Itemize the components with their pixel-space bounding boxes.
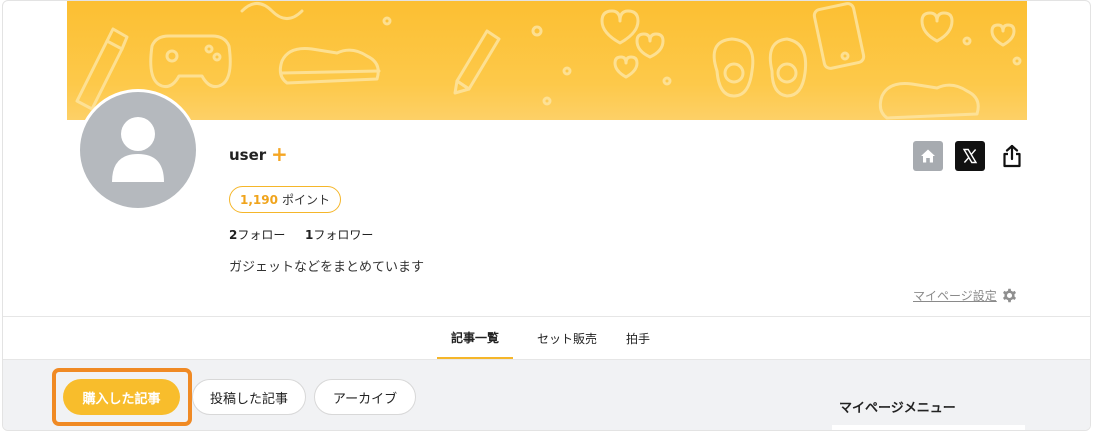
profile-bio: ガジェットなどをまとめています xyxy=(229,260,425,275)
followers-label: フォロワー xyxy=(313,228,374,242)
tab-applause[interactable]: 拍手 xyxy=(615,317,661,359)
profile-card: user + 1,190 ポイント 2フォロー 1フォロワー ガジェットなどをま… xyxy=(2,0,1091,431)
home-icon xyxy=(921,149,935,163)
filter-posted-articles[interactable]: 投稿した記事 xyxy=(192,379,306,415)
mypage-settings-link[interactable]: マイページ設定 xyxy=(913,287,1018,304)
tab-set-sales[interactable]: セット販売 xyxy=(519,317,615,359)
gear-icon xyxy=(1002,288,1016,303)
mypage-menu-title: マイページメニュー xyxy=(839,401,956,416)
mypage-menu-box xyxy=(832,425,1025,430)
tab-article-list[interactable]: 記事一覧 xyxy=(437,317,513,359)
cover-banner xyxy=(67,1,1027,120)
points-badge[interactable]: 1,190 ポイント xyxy=(229,186,341,213)
cover-pattern xyxy=(75,2,1022,120)
filter-purchased-articles[interactable]: 購入した記事 xyxy=(63,379,180,415)
mypage-settings-label: マイページ設定 xyxy=(913,289,997,303)
share-icon xyxy=(1003,144,1021,168)
x-logo-icon xyxy=(962,148,978,164)
avatar[interactable] xyxy=(77,89,199,211)
points-value: 1,190 xyxy=(240,192,278,207)
points-unit: ポイント xyxy=(281,193,330,207)
following-link[interactable]: 2フォロー xyxy=(229,226,285,243)
username: user xyxy=(229,146,267,164)
filter-archive[interactable]: アーカイブ xyxy=(314,379,416,415)
share-button[interactable] xyxy=(997,141,1027,171)
home-button[interactable] xyxy=(913,141,943,171)
user-silhouette-icon xyxy=(112,117,164,182)
plus-icon[interactable]: + xyxy=(271,144,288,164)
article-tabs: 記事一覧 セット販売 拍手 xyxy=(3,316,1090,360)
followers-link[interactable]: 1フォロワー xyxy=(305,226,373,243)
x-share-button[interactable] xyxy=(955,141,985,171)
following-label: フォロー xyxy=(237,228,286,242)
